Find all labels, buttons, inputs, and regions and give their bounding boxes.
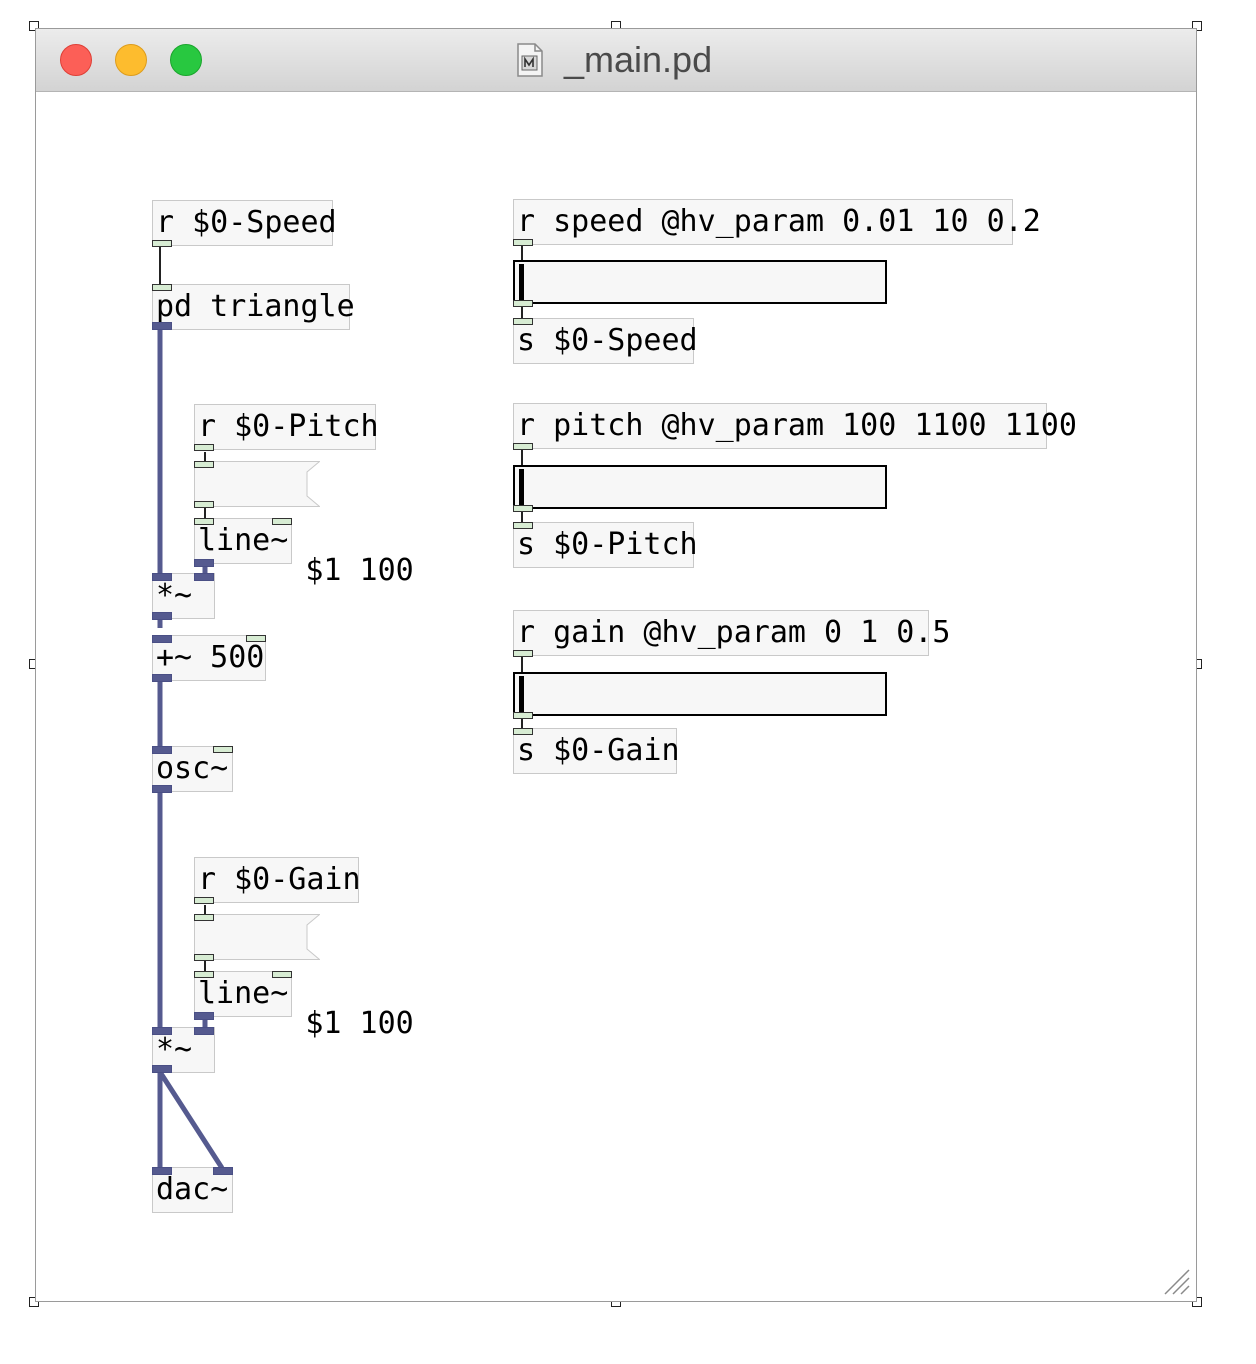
inlet[interactable] — [152, 284, 172, 291]
pd-triangle-subpatch[interactable]: pd triangle — [152, 284, 355, 330]
signal-inlet[interactable] — [213, 1167, 233, 1175]
signal-outlet[interactable] — [152, 1065, 172, 1073]
outlet[interactable] — [513, 300, 533, 307]
inlet[interactable] — [194, 518, 214, 525]
signal-outlet[interactable] — [152, 612, 172, 620]
outlet[interactable] — [194, 897, 214, 904]
zoom-button[interactable] — [170, 44, 202, 76]
receive-speed-object[interactable]: r $0-Speed — [152, 200, 337, 246]
signal-inlet[interactable] — [152, 746, 172, 754]
signal-outlet[interactable] — [152, 322, 172, 330]
close-button[interactable] — [60, 44, 92, 76]
send-pitch-object[interactable]: s $0-Pitch — [513, 522, 698, 568]
slider-knob[interactable] — [519, 264, 524, 300]
outlet[interactable] — [194, 501, 214, 508]
patch-canvas[interactable]: r $0-Speed pd triangle r $0-Pitch $1 100… — [36, 92, 1196, 1301]
signal-inlet[interactable] — [152, 573, 172, 581]
outlet[interactable] — [513, 712, 533, 719]
outlet[interactable] — [513, 443, 533, 450]
pd-document-icon — [517, 43, 543, 77]
patch-window: _main.pd r $0-Speed pd triangle r $0-Pit… — [35, 28, 1197, 1302]
inlet[interactable] — [213, 746, 233, 753]
receive-pitch-param-object[interactable]: r pitch @hv_param 100 1100 1100 — [513, 403, 1077, 449]
inlet[interactable] — [513, 522, 533, 529]
title-bar[interactable]: _main.pd — [36, 29, 1196, 92]
signal-inlet[interactable] — [194, 573, 214, 581]
pitch-slider[interactable] — [513, 465, 887, 509]
outlet[interactable] — [152, 240, 172, 247]
outlet[interactable] — [513, 239, 533, 246]
signal-outlet[interactable] — [194, 559, 214, 567]
signal-inlet[interactable] — [152, 1167, 172, 1175]
outlet[interactable] — [194, 444, 214, 451]
slider-knob[interactable] — [519, 469, 524, 505]
window-title: _main.pd — [564, 39, 713, 80]
signal-inlet[interactable] — [152, 1027, 172, 1035]
resize-grip-icon[interactable] — [1160, 1265, 1190, 1295]
speed-slider[interactable] — [513, 260, 887, 304]
minimize-button[interactable] — [115, 44, 147, 76]
send-speed-object[interactable]: s $0-Speed — [513, 318, 698, 364]
inlet[interactable] — [194, 461, 214, 468]
signal-outlet[interactable] — [152, 674, 172, 682]
inlet[interactable] — [194, 971, 214, 978]
slider-knob[interactable] — [519, 676, 524, 712]
gain-slider[interactable] — [513, 672, 887, 716]
outlet[interactable] — [513, 505, 533, 512]
signal-inlet[interactable] — [152, 635, 172, 643]
message-text: $1 100 — [305, 553, 414, 588]
inlet[interactable] — [513, 728, 533, 735]
inlet[interactable] — [272, 518, 292, 525]
inlet[interactable] — [194, 914, 214, 921]
signal-outlet[interactable] — [194, 1012, 214, 1020]
outlet[interactable] — [513, 650, 533, 657]
signal-inlet[interactable] — [194, 1027, 214, 1035]
receive-pitch-object[interactable]: r $0-Pitch — [194, 404, 379, 450]
receive-speed-param-object[interactable]: r speed @hv_param 0.01 10 0.2 — [513, 199, 1041, 245]
message-text: $1 100 — [305, 1006, 414, 1041]
receive-gain-object[interactable]: r $0-Gain — [194, 857, 361, 903]
inlet[interactable] — [272, 971, 292, 978]
inlet[interactable] — [513, 318, 533, 325]
send-gain-object[interactable]: s $0-Gain — [513, 728, 680, 774]
receive-gain-param-object[interactable]: r gain @hv_param 0 1 0.5 — [513, 610, 950, 656]
outlet[interactable] — [194, 954, 214, 961]
signal-outlet[interactable] — [152, 785, 172, 793]
inlet[interactable] — [246, 635, 266, 642]
